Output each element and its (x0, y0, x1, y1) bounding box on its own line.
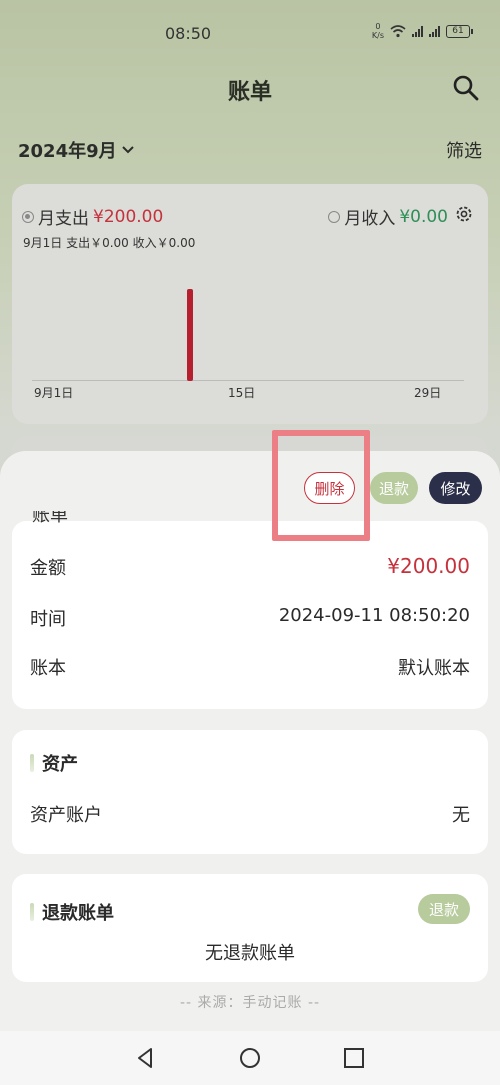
signal-5g-icon (429, 25, 440, 37)
navigation-bar (0, 1031, 500, 1085)
refund-card: 退款账单 退款 无退款账单 (12, 874, 488, 982)
status-time: 08:50 (165, 24, 212, 43)
gear-icon[interactable] (454, 204, 474, 224)
asset-title-text: 资产 (42, 754, 78, 775)
edit-button[interactable]: 修改 (429, 472, 482, 504)
network-speed: 0 K/s (372, 22, 384, 40)
income-radio[interactable] (328, 210, 341, 223)
status-icons: 0 K/s 61 (372, 22, 473, 40)
book-label: 账本 (30, 658, 66, 679)
bill-detail-card: 账单 金额 ¥200.00 时间 2024-09-11 08:50:20 账本 … (12, 511, 488, 709)
battery-icon: 61 (446, 24, 473, 38)
search-icon[interactable] (452, 74, 480, 102)
back-icon[interactable] (133, 1045, 159, 1071)
expense-radio[interactable] (22, 210, 34, 223)
month-selector[interactable]: 2024年9月 (18, 137, 135, 163)
status-bar: 08:50 0 K/s 61 (0, 0, 500, 62)
signal-4g-icon (412, 25, 423, 37)
asset-account-value: 无 (452, 805, 470, 826)
refund-section-title: 退款账单 (30, 899, 114, 925)
network-speed-value: 0 (375, 22, 381, 31)
chevron-down-icon (121, 146, 134, 154)
tick-label: 9月1日 (34, 386, 74, 400)
detail-section-title: 账单 (32, 511, 92, 525)
book-row: 账本 默认账本 (30, 654, 470, 680)
income-label: 月收入 (344, 209, 396, 229)
page-title: 账单 (227, 80, 272, 105)
asset-card: 资产 资产账户 无 (12, 730, 488, 854)
chart-bar-sep-11[interactable] (187, 289, 193, 381)
time-value: 2024-09-11 08:50:20 (278, 605, 470, 626)
amount-label: 金额 (30, 558, 66, 579)
book-value: 默认账本 (398, 658, 470, 679)
expense-toggle[interactable]: 月支出 ¥200.00 (22, 204, 163, 229)
month-label: 2024年9月 (18, 141, 117, 162)
expense-value: ¥200.00 (93, 206, 164, 227)
bill-detail-sheet: 删除 退款 修改 账单 金额 ¥200.00 时间 2024-09-11 08:… (0, 451, 500, 1085)
asset-section-title: 资产 (30, 750, 78, 776)
amount-row: 金额 ¥200.00 (30, 554, 470, 580)
expense-label: 月支出 (38, 209, 89, 229)
source-text: -- 来源：手动记账 -- (179, 995, 321, 1011)
amount-value: ¥200.00 (387, 554, 470, 578)
income-value: ¥0.00 (399, 206, 448, 227)
tick-label: 29日 (414, 386, 442, 400)
day-summary: 9月1日 支出￥0.00 收入￥0.00 (23, 236, 196, 250)
no-refund-text: 无退款账单 (205, 943, 295, 964)
filter-button[interactable]: 筛选 (446, 137, 482, 163)
chart-x-axis (32, 380, 464, 381)
asset-account-label: 资产账户 (30, 805, 102, 826)
section-bar (30, 903, 34, 921)
detail-section-title-text: 账单 (32, 511, 68, 525)
home-icon[interactable] (237, 1045, 263, 1071)
network-speed-unit: K/s (371, 31, 384, 40)
refund-tag-button[interactable]: 退款 (418, 894, 470, 924)
tick-label: 15日 (228, 386, 256, 400)
wifi-icon (390, 24, 406, 37)
asset-account-row[interactable]: 资产账户 无 (30, 801, 470, 827)
time-label: 时间 (30, 609, 66, 630)
income-toggle[interactable]: 月收入 ¥0.00 (328, 204, 448, 229)
monthly-summary-card: 月支出 ¥200.00 月收入 ¥0.00 9月1日 支出￥0.00 收入￥0.… (12, 184, 488, 424)
refund-button[interactable]: 退款 (370, 472, 418, 504)
section-bar (30, 754, 34, 772)
refund-title-text: 退款账单 (42, 903, 114, 924)
time-row: 时间 2024-09-11 08:50:20 (30, 605, 470, 631)
highlight-box (272, 430, 370, 541)
recent-apps-icon[interactable] (341, 1045, 367, 1071)
